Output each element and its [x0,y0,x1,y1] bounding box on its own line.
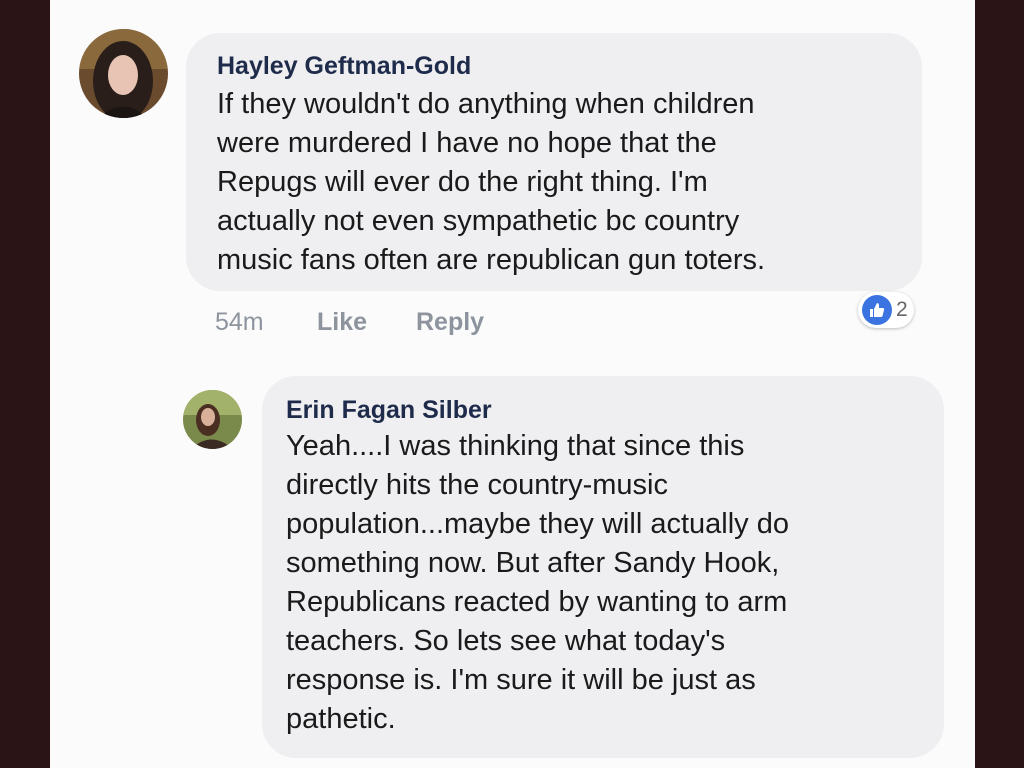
avatar[interactable] [79,29,168,118]
comment-actions: 54m Like Reply [50,308,975,340]
like-button[interactable]: Like [317,308,367,337]
comment-thread: Hayley Geftman-Gold If they wouldn't do … [50,0,975,768]
avatar[interactable] [183,390,242,449]
comment-timestamp[interactable]: 54m [215,308,264,337]
comment-bubble: Hayley Geftman-Gold If they wouldn't do … [186,33,922,291]
reply-button[interactable]: Reply [416,308,484,337]
comment-text: Yeah....I was thinking that since this d… [286,430,789,735]
comment-text: If they wouldn't do anything when childr… [217,88,766,276]
comment-bubble: Erin Fagan Silber Yeah....I was thinking… [262,376,944,758]
comment-author[interactable]: Erin Fagan Silber [286,395,492,425]
comment-author[interactable]: Hayley Geftman-Gold [217,51,471,81]
